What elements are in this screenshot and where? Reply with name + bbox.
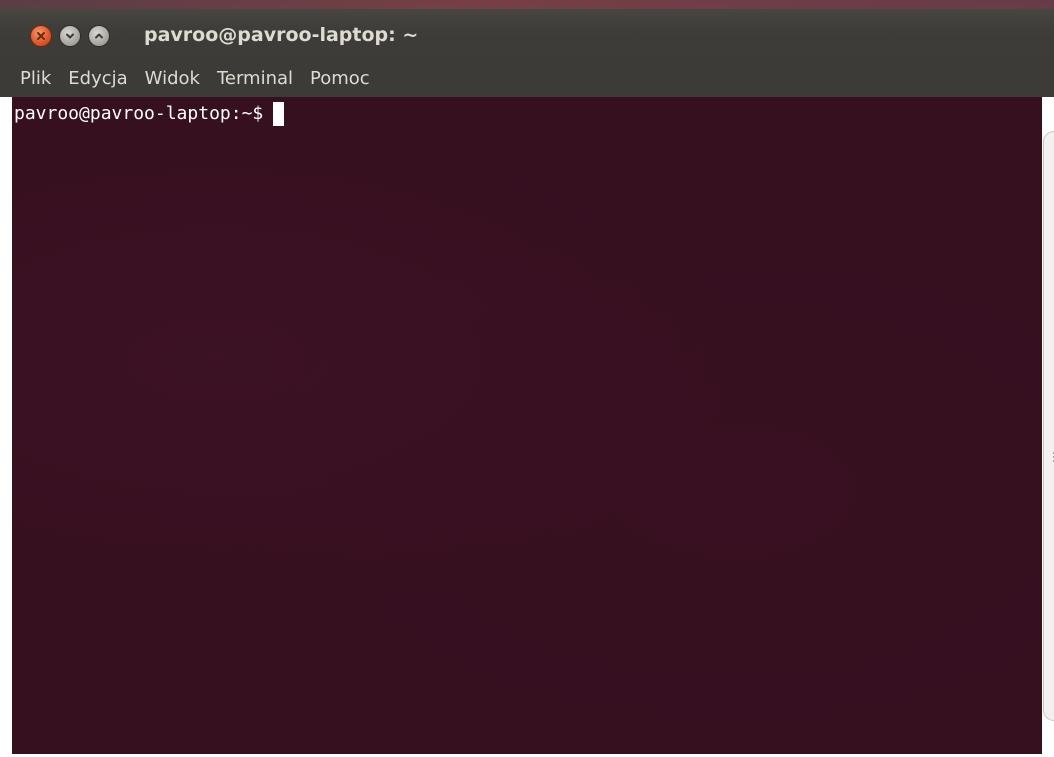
scrollbar-trough[interactable] <box>1043 131 1054 721</box>
shell-prompt: pavroo@pavroo-laptop:~$ <box>14 103 264 124</box>
menu-item-plik[interactable]: Plik <box>20 65 51 93</box>
close-icon <box>36 31 46 41</box>
window-title: pavroo@pavroo-laptop: ~ <box>144 24 419 46</box>
terminal-area[interactable]: pavroo@pavroo-laptop:~$ <box>12 97 1042 754</box>
menu-item-terminal[interactable]: Terminal <box>217 65 293 93</box>
menu-item-widok[interactable]: Widok <box>145 65 200 93</box>
window-border-left <box>0 97 12 757</box>
menu-item-edycja[interactable]: Edycja <box>68 65 127 93</box>
terminal-window: pavroo@pavroo-laptop: ~ Plik Edycja Wido… <box>0 0 1054 757</box>
prompt-line: pavroo@pavroo-laptop:~$ <box>14 102 285 126</box>
minimize-button[interactable] <box>59 25 81 47</box>
window-controls <box>30 25 110 47</box>
menu-bar: Plik Edycja Widok Terminal Pomoc <box>0 61 1054 97</box>
text-cursor <box>273 102 285 126</box>
scrollbar[interactable] <box>1042 97 1054 754</box>
chevron-up-icon <box>94 31 104 41</box>
chevron-down-icon <box>65 31 75 41</box>
title-bar[interactable]: pavroo@pavroo-laptop: ~ <box>0 0 1054 61</box>
menu-item-pomoc[interactable]: Pomoc <box>310 65 370 93</box>
maximize-button[interactable] <box>88 25 110 47</box>
close-button[interactable] <box>30 25 52 47</box>
